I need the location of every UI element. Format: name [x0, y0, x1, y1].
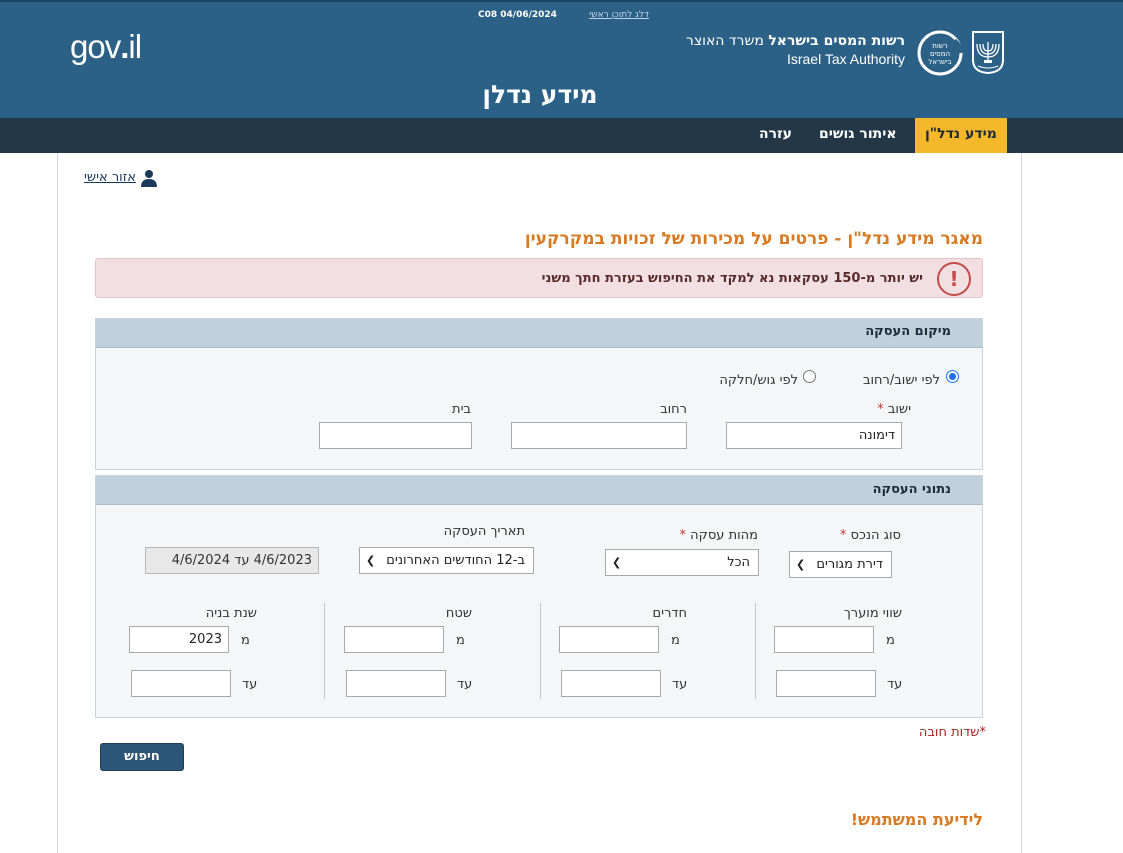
nav-item-help[interactable]: עזרה	[749, 118, 802, 153]
area-from-label: מ	[456, 633, 465, 648]
range-separator	[540, 603, 541, 699]
deal-date-label: תאריך העסקה	[443, 524, 525, 539]
estimated-value-to-label: עד	[887, 677, 903, 692]
svg-text:רשות: רשות	[932, 42, 947, 50]
build-year-to-input[interactable]	[131, 670, 231, 697]
rooms-to-input[interactable]	[561, 670, 661, 697]
radio-by-block-label: לפי גוש/חלקה	[719, 373, 798, 388]
chevron-down-icon: ❯	[366, 554, 376, 567]
authority-name-he: רשות המסים בישראל משרד האוצר	[686, 33, 905, 49]
range-separator	[755, 603, 756, 699]
estimated-value-label: שווי מוערך	[843, 606, 902, 621]
nav-item-real-estate-info[interactable]: מידע נדל"ן	[915, 118, 1007, 153]
estimated-value-from-label: מ	[886, 633, 895, 648]
property-type-label: סוג הנכס *	[839, 528, 901, 543]
estimated-value-from-input[interactable]	[774, 626, 874, 653]
page-title: מידע נדלן	[482, 80, 598, 109]
main-heading: מאגר מידע נדל"ן - פרטים על מכירות של זכו…	[524, 229, 983, 249]
build-year-to-label: עד	[242, 677, 258, 692]
nav-item-block-locator[interactable]: איתור גושים	[809, 118, 907, 153]
authority-name-rest: משרד האוצר	[685, 33, 769, 49]
city-label-text: ישוב	[887, 402, 911, 417]
street-input[interactable]	[511, 422, 687, 449]
area-to-input[interactable]	[346, 670, 446, 697]
property-type-select[interactable]: דירת מגורים ❯	[789, 551, 892, 578]
city-label: ישוב *	[877, 402, 911, 417]
menorah-emblem-icon	[970, 30, 1006, 75]
exclamation-icon: !	[937, 262, 971, 296]
gov-logo-text-a: gov	[70, 28, 121, 65]
deal-panel-header	[96, 476, 982, 505]
property-type-label-text: סוג הנכס	[850, 528, 901, 543]
deal-date-value: ב-12 החודשים האחרונים	[386, 553, 525, 568]
deal-date-select[interactable]: ב-12 החודשים האחרונים ❯	[359, 547, 534, 574]
deal-nature-label-text: מהות עסקה	[690, 528, 758, 543]
deal-panel-title: נתוני העסקה	[872, 482, 951, 497]
radio-by-city-label: לפי ישוב/רחוב	[863, 373, 940, 388]
house-input[interactable]	[319, 422, 472, 449]
date-range-display: 4/6/2023 עד 4/6/2024	[145, 547, 319, 574]
city-input[interactable]: דימונה	[726, 422, 902, 449]
deal-nature-select[interactable]: הכל ❯	[605, 549, 759, 576]
estimated-value-to-input[interactable]	[776, 670, 876, 697]
radio-by-block[interactable]	[803, 370, 816, 383]
street-label: רחוב	[660, 402, 687, 417]
deal-nature-value: הכל	[727, 555, 750, 570]
area-from-input[interactable]	[344, 626, 444, 653]
build-year-from-input[interactable]: 2023	[129, 626, 229, 653]
location-panel-title: מיקום העסקה	[865, 324, 951, 339]
rooms-label: חדרים	[652, 606, 687, 621]
required-fields-note: *שדות חובה	[918, 725, 986, 740]
gov-logo-text-b: il	[128, 28, 142, 65]
range-separator	[324, 603, 325, 699]
alert-text: יש יותר מ-150 עסקאות נא למקד את החיפוש ב…	[541, 271, 923, 286]
top-bar-text: C08 04/06/2024 דלג לתוכן ראשי	[478, 10, 649, 20]
property-type-value: דירת מגורים	[816, 557, 883, 572]
personal-area-link[interactable]: אזור אישי	[84, 170, 136, 185]
chevron-down-icon: ❯	[612, 556, 622, 569]
gov-il-logo[interactable]: gov.il	[70, 28, 142, 66]
area-label: שטח	[445, 606, 472, 621]
build-year-from-label: מ	[241, 633, 250, 648]
build-year-label: שנת בניה	[205, 606, 257, 621]
search-button[interactable]: חיפוש	[100, 743, 184, 771]
area-to-label: עד	[457, 677, 473, 692]
top-code: C08 04/06/2024	[478, 10, 557, 20]
tax-authority-logo-icon: רשות המסים בישראל	[916, 29, 964, 77]
authority-name-bold: רשות המסים בישראל	[768, 33, 905, 49]
radio-by-city[interactable]	[946, 370, 959, 383]
authority-name-en: Israel Tax Authority	[786, 51, 905, 67]
skip-to-content-link[interactable]: דלג לתוכן ראשי	[589, 10, 649, 20]
user-notice-heading: לידיעת המשתמש!	[850, 810, 983, 829]
svg-text:המסים: המסים	[930, 50, 950, 58]
deal-nature-label: מהות עסקה *	[679, 528, 758, 543]
house-label: בית	[452, 402, 471, 417]
location-panel-header	[96, 319, 982, 348]
chevron-down-icon: ❯	[796, 558, 806, 571]
rooms-to-label: עד	[672, 677, 688, 692]
svg-text:בישראל: בישראל	[928, 58, 951, 66]
rooms-from-input[interactable]	[559, 626, 659, 653]
rooms-from-label: מ	[671, 633, 680, 648]
user-icon[interactable]	[141, 169, 157, 187]
